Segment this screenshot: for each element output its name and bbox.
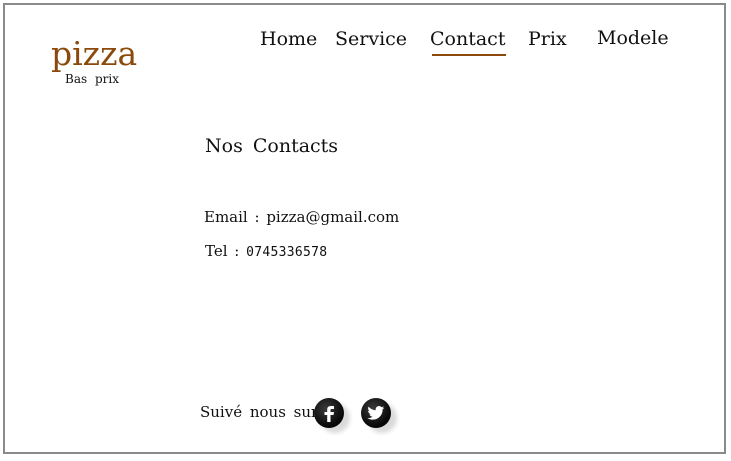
facebook-glyph [324,406,334,422]
email-label: Email : [204,208,260,226]
twitter-icon[interactable] [361,398,391,428]
twitter-glyph [367,405,385,420]
email-value[interactable]: pizza@gmail.com [266,208,399,226]
nav-modele-link[interactable]: Modele [597,27,669,49]
brand-logo[interactable]: pizza [51,36,137,72]
facebook-icon[interactable] [314,398,344,428]
tel-value[interactable]: 0745336578 [246,245,327,260]
tel-label: Tel : [205,242,240,260]
brand-tagline: Bas prix [65,72,119,86]
nav-prix-link[interactable]: Prix [528,28,567,50]
follow-us-text: Suivé nous sur [200,403,319,421]
email-row: Email : pizza@gmail.com [204,208,399,226]
nav-service-link[interactable]: Service [335,28,407,50]
tel-row: Tel : 0745336578 [205,242,327,260]
nav-contact-link[interactable]: Contact [430,28,507,56]
page-title: Nos Contacts [205,135,339,157]
nav-home-link[interactable]: Home [260,28,317,50]
